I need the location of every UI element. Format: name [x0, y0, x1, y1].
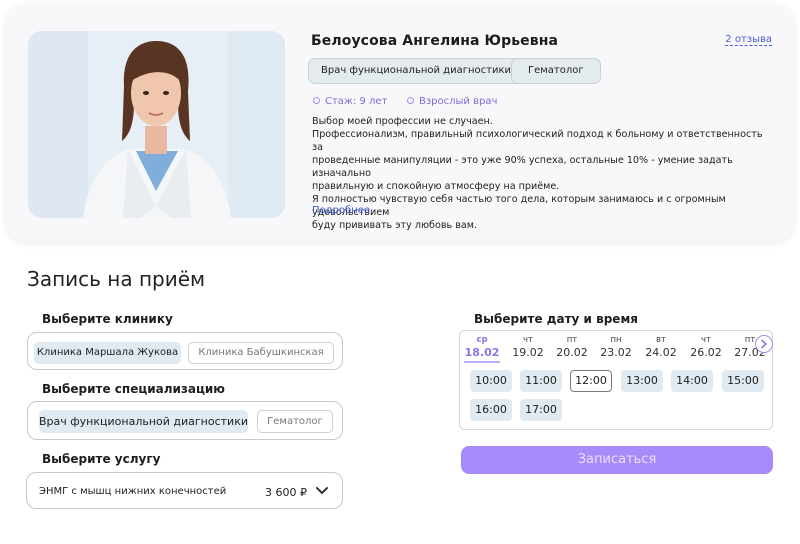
time-slot[interactable]: 14:00 — [671, 370, 713, 392]
time-slot[interactable]: 17:00 — [520, 399, 562, 421]
time-slot[interactable]: 12:00 — [570, 370, 612, 392]
selected-day-indicator — [464, 361, 500, 363]
spec-label: Выберите специализацию — [42, 382, 225, 396]
specialty-tag-functional: Врач функциональной диагностики — [308, 58, 524, 84]
date-label: Выберите дату и время — [474, 312, 638, 326]
doctor-bio: Выбор моей профессии не случаен. Професс… — [312, 116, 763, 231]
clinic-label: Выберите клинику — [42, 312, 173, 326]
doctor-card: Белоусова Ангелина Юрьевна 2 отзыва Врач… — [6, 4, 794, 241]
specialty-tag-hematologist: Гематолог — [511, 58, 601, 84]
patient-type: Взрослый врач — [407, 96, 497, 107]
service-price: 3 600 ₽ — [265, 486, 307, 499]
time-slot[interactable]: 16:00 — [470, 399, 512, 421]
time-slot[interactable]: 10:00 — [470, 370, 512, 392]
spec-selector: Врач функциональной диагностики Гематоло… — [27, 401, 343, 440]
time-slot[interactable]: 13:00 — [621, 370, 663, 392]
submit-button[interactable]: Записаться — [461, 446, 773, 474]
day-tab[interactable]: ср 18.02 — [462, 335, 502, 360]
more-link[interactable]: Подробнее — [312, 205, 370, 216]
spec-option-functional[interactable]: Врач функциональной диагностики — [39, 410, 248, 433]
time-slot[interactable]: 11:00 — [520, 370, 562, 392]
experience: Стаж: 9 лет — [313, 96, 387, 107]
service-name: ЭНМГ с мышц нижних конечностей — [39, 486, 227, 497]
doctor-name: Белоусова Ангелина Юрьевна — [311, 33, 559, 49]
day-tab[interactable]: вт 24.02 — [641, 335, 681, 360]
circle-dot-icon — [313, 97, 320, 104]
chevron-right-icon[interactable] — [755, 335, 773, 353]
circle-dot-icon — [407, 97, 414, 104]
day-tab[interactable]: пт 20.02 — [552, 335, 592, 360]
reviews-link[interactable]: 2 отзыва — [725, 34, 772, 46]
day-tab[interactable]: чт 19.02 — [508, 335, 548, 360]
clinic-selector: Клиника Маршала Жукова Клиника Бабушкинс… — [27, 332, 343, 370]
clinic-option-zhukova[interactable]: Клиника Маршала Жукова — [34, 342, 181, 364]
date-time-panel: ср 18.02 чт 19.02 пт 20.02 пн 23.02 вт 24.02 … — [459, 330, 773, 430]
day-tab[interactable]: чт 26.02 — [686, 335, 726, 360]
doctor-photo — [28, 31, 285, 218]
service-label: Выберите услугу — [42, 452, 161, 466]
booking-title: Запись на приём — [27, 267, 206, 291]
spec-option-hematologist[interactable]: Гематолог — [257, 410, 333, 433]
time-slot[interactable]: 15:00 — [722, 370, 764, 392]
chevron-down-icon[interactable] — [315, 484, 329, 498]
clinic-option-babushkinskaya[interactable]: Клиника Бабушкинская — [188, 342, 334, 364]
day-tab[interactable]: пн 23.02 — [596, 335, 636, 360]
